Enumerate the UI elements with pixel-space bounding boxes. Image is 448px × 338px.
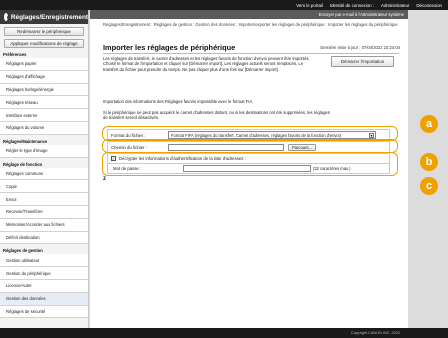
app-window: Vers le portail Identité de connexion : …: [0, 0, 448, 338]
callout-badge-b: b: [420, 153, 438, 171]
gear-icon: [4, 13, 10, 21]
sidebar-item[interactable]: Recevoir/Transférer: [0, 205, 88, 219]
main-panel: Envoyer par e-mail à l'Administrateur sy…: [90, 10, 408, 328]
copyright: Copyright CANON INC. 2022: [350, 331, 400, 335]
sidebar-section-heading: Réglages/Maintenance: [3, 138, 48, 144]
sidebar-item[interactable]: Mémoriser/Accéder aux fichiers: [0, 218, 88, 232]
sidebar-item[interactable]: Licence/Autre: [0, 279, 88, 293]
sidebar-title: Réglages/Enregistrement: [10, 13, 88, 21]
sidebar-item[interactable]: Interface externe: [0, 109, 88, 122]
last-update: Dernière mise à jour : 07/04/2022 10:24:…: [320, 45, 400, 50]
sidebar-section-heading: Réglages de gestion: [3, 248, 43, 254]
sidebar-item[interactable]: Envoi: [0, 193, 88, 206]
sidebar-section-heading: Réglage de fonction: [3, 161, 43, 167]
login-id-label: Identité de connexion :: [329, 2, 375, 8]
sidebar-item[interactable]: Réglages horloge/énergie: [0, 83, 88, 97]
sidebar-item[interactable]: Réglages papier: [0, 58, 88, 71]
divider: [103, 53, 399, 54]
logout-link[interactable]: Déconnexion: [416, 3, 442, 8]
user-name: Administrateur: [381, 2, 410, 8]
sidebar-item[interactable]: Copie: [0, 180, 88, 194]
callout-badge-c: c: [420, 177, 438, 195]
start-import-button[interactable]: Démarrer l'importation: [331, 56, 394, 67]
footer: Copyright CANON INC. 2022: [0, 328, 448, 338]
sidebar-item[interactable]: Régler le type d'image: [0, 144, 88, 158]
callout-badge-a: a: [420, 115, 438, 133]
email-admin-link[interactable]: Envoyer par e-mail à l'Administrateur sy…: [319, 12, 404, 17]
sidebar-item[interactable]: Réglages d'affichage: [0, 70, 88, 84]
sidebar-item[interactable]: Définir destination: [0, 231, 88, 245]
sidebar-item[interactable]: Réglages communs: [0, 167, 88, 181]
sidebar-item[interactable]: Gestion des données: [0, 292, 88, 306]
breadcrumb: Réglages/Enregistrement : Réglages de ge…: [103, 22, 398, 27]
sidebar-item[interactable]: Réglages de sécurité: [0, 305, 88, 319]
page-title: Importer les réglages de périphérique: [103, 43, 236, 52]
restart-device-button[interactable]: Redémarrer le périphérique: [4, 27, 84, 36]
marker-z: z: [103, 176, 106, 182]
sidebar-item[interactable]: Réglages du volume: [0, 121, 88, 135]
sidebar: Réglages/Enregistrement Redémarrer le pé…: [0, 10, 89, 328]
sidebar-item[interactable]: Réglages réseau: [0, 96, 88, 110]
sidebar-item[interactable]: Gestion utilisateur: [0, 254, 88, 268]
sidebar-item[interactable]: Gestion du périphérique: [0, 267, 88, 280]
callout-b-frame: [102, 139, 398, 153]
apply-changes-button[interactable]: Appliquer modifications de réglage: [4, 39, 84, 48]
fia-note: Importation des informations des Réglage…: [103, 99, 254, 104]
portal-link[interactable]: Vers le portail: [296, 3, 323, 8]
sidebar-header: Réglages/Enregistrement: [0, 10, 88, 24]
sidebar-section-heading: Préférences: [3, 52, 27, 57]
sub-bar: Envoyer par e-mail à l'Administrateur sy…: [90, 10, 408, 19]
top-bar: Vers le portail Identité de connexion : …: [0, 0, 448, 10]
callout-c-frame: [102, 152, 398, 176]
destination-note: Si le périphérique ne peut pas acquérir …: [103, 110, 330, 121]
description: Les réglages de transfert, le carnet d'a…: [103, 56, 310, 72]
sidebar-menu: Préférences Réglages papier Réglages d'aff…: [0, 48, 88, 319]
